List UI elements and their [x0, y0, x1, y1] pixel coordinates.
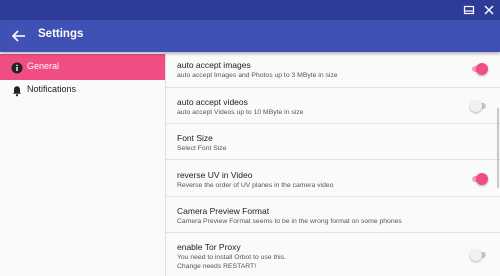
bell-icon: [11, 84, 23, 97]
setting-summary: Reverse the order of UV planes in the ca…: [177, 182, 334, 189]
sidebar-item-label: General: [27, 61, 60, 71]
reverse-uv-toggle[interactable]: [470, 173, 488, 185]
setting-camera-preview-format[interactable]: Camera Preview Format Camera Preview For…: [166, 197, 500, 233]
window-titlebar: [0, 0, 500, 20]
setting-auto-accept-videos[interactable]: auto accept videos auto accept Videos up…: [166, 88, 500, 124]
sidebar-item-notifications[interactable]: Notifications: [0, 77, 165, 103]
setting-title: auto accept videos: [177, 97, 248, 107]
sidebar-item-label: Notifications: [27, 84, 77, 94]
setting-summary: Camera Preview Format seems to be in the…: [177, 218, 402, 225]
setting-enable-tor-proxy[interactable]: enable Tor Proxy You need to install Orb…: [166, 233, 500, 276]
info-icon: [11, 61, 23, 74]
setting-title: reverse UV in Video: [177, 170, 253, 180]
auto-accept-videos-toggle[interactable]: [470, 100, 488, 112]
setting-title: Camera Preview Format: [177, 206, 270, 216]
setting-summary: You need to install Orbot to use this.: [177, 254, 286, 261]
close-window-icon[interactable]: [482, 3, 496, 17]
setting-title: Font Size: [177, 133, 213, 143]
enable-tor-proxy-toggle[interactable]: [470, 249, 488, 261]
setting-summary: Select Font Size: [177, 145, 227, 152]
page-title: Settings: [38, 28, 84, 40]
setting-reverse-uv[interactable]: reverse UV in Video Reverse the order of…: [166, 160, 500, 197]
setting-summary: auto accept Images and Photos up to 3 MB…: [177, 72, 338, 79]
setting-auto-accept-images[interactable]: auto accept images auto accept Images an…: [166, 52, 500, 88]
settings-list: auto accept images auto accept Images an…: [166, 52, 500, 276]
setting-font-size[interactable]: Font Size Select Font Size: [166, 124, 500, 160]
app-bar: Settings: [0, 20, 500, 52]
setting-summary: auto accept Videos up to 10 MByte in siz…: [177, 109, 304, 116]
back-arrow-icon[interactable]: [10, 27, 28, 45]
sidebar: General Notifications: [0, 52, 166, 276]
setting-title: auto accept images: [177, 60, 251, 70]
restore-window-icon[interactable]: [462, 3, 476, 17]
setting-summary: Change needs RESTART!: [177, 263, 257, 270]
scrollbar[interactable]: [497, 108, 499, 188]
setting-title: enable Tor Proxy: [177, 242, 241, 252]
auto-accept-images-toggle[interactable]: [470, 63, 488, 75]
